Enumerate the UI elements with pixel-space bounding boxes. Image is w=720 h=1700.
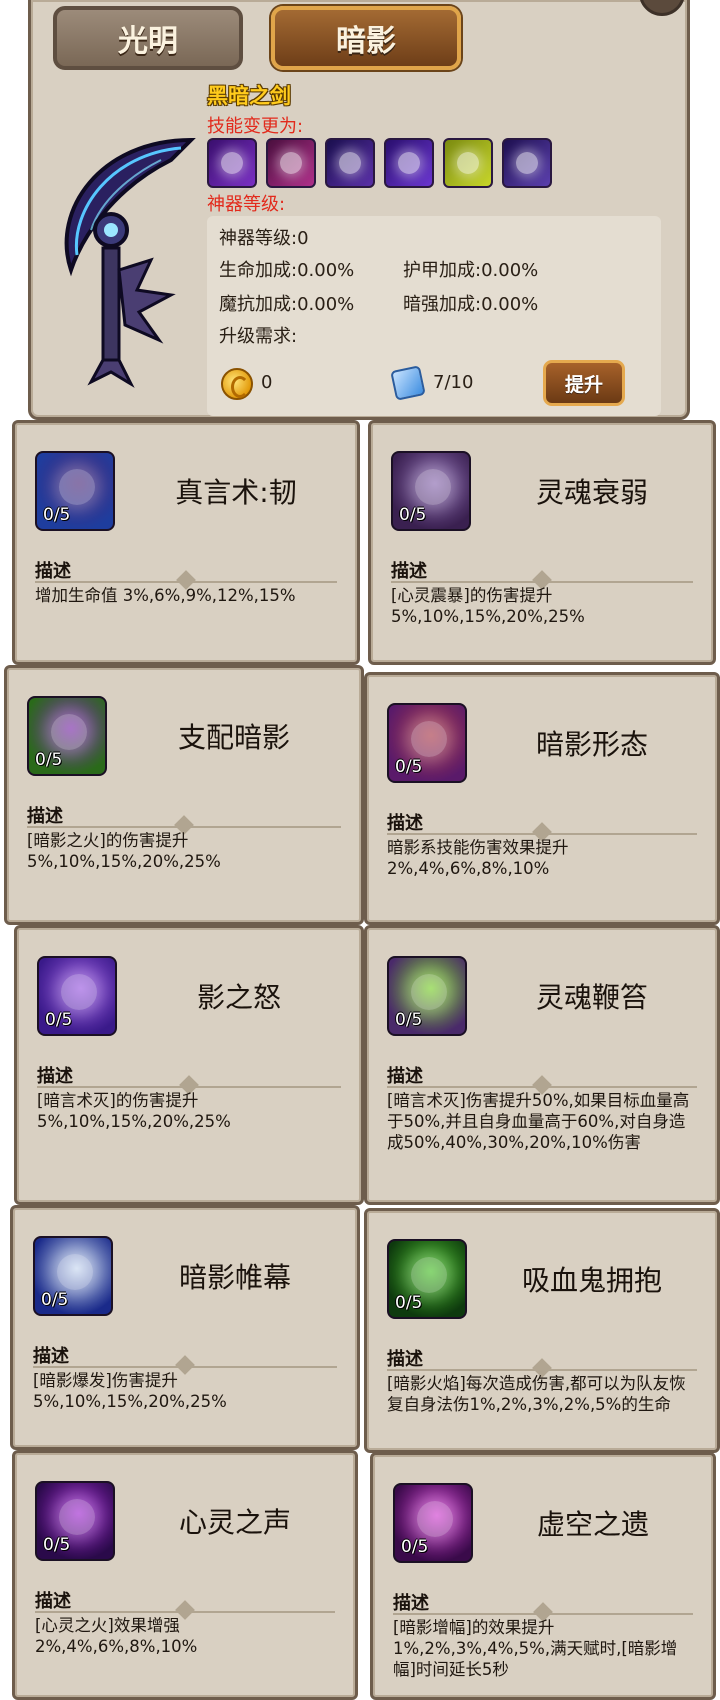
skill-card[interactable]: 0/5 心灵之声 描述 [心灵之火]效果增强2%,4%,6%,8%,10% bbox=[12, 1450, 358, 1700]
crystal-icon bbox=[390, 365, 426, 401]
skill-icon[interactable]: 0/5 bbox=[387, 703, 467, 783]
skill-name: 影之怒 bbox=[196, 981, 281, 1014]
skill-description: 暗影系技能伤害效果提升 2%,4%,6%,8%,10% bbox=[387, 838, 569, 878]
skill-level: 0/5 bbox=[395, 1293, 423, 1313]
skill-icon-glow bbox=[59, 1499, 95, 1535]
skill-level: 0/5 bbox=[395, 1010, 423, 1030]
artifact-stats-box: 神器等级:0 生命加成:0.00% 护甲加成:0.00% 魔抗加成:0.00% … bbox=[207, 216, 661, 416]
skill-card[interactable]: 0/5 灵魂衰弱 描述 [心灵震暴]的伤害提升5%,10%,15%,20%,25… bbox=[368, 420, 716, 665]
skill-name: 吸血鬼拥抱 bbox=[521, 1264, 662, 1297]
tab-light[interactable]: 光明 bbox=[53, 6, 243, 70]
skill-name: 暗影形态 bbox=[535, 728, 648, 761]
description-label: 描述 bbox=[33, 1346, 69, 1367]
upgrade-button[interactable]: 提升 bbox=[543, 360, 625, 406]
skill-icon[interactable]: 0/5 bbox=[37, 956, 117, 1036]
skill-icon[interactable]: 0/5 bbox=[35, 1481, 115, 1561]
skill-icon-glow bbox=[51, 714, 87, 750]
skill-card[interactable]: 0/5 影之怒 描述 [暗言术灭]的伤害提升5%,10%,15%,20%,25% bbox=[14, 925, 364, 1205]
armor-bonus: 护甲加成:0.00% bbox=[403, 260, 539, 281]
skill-card[interactable]: 0/5 吸血鬼拥抱 描述 [暗影火焰]每次造成伤害,都可以为队友恢复自身法伤1%… bbox=[364, 1208, 720, 1453]
description-label: 描述 bbox=[393, 1593, 429, 1614]
changed-skill-icon[interactable] bbox=[266, 138, 316, 188]
skill-name: 虚空之遗 bbox=[536, 1508, 649, 1541]
skill-description: [暗影之火]的伤害提升5%,10%,15%,20%,25% bbox=[27, 831, 221, 871]
skill-card[interactable]: 0/5 灵魂鞭笞 描述 [暗言术灭]伤害提升50%,如果目标血量高于50%,并且… bbox=[364, 925, 720, 1205]
artifact-panel: 光明 暗影 黑暗之剑 技能变更为: 神器等级: 神器等级:0 生命加成:0.00… bbox=[28, 0, 690, 420]
close-icon[interactable] bbox=[639, 0, 685, 16]
artifact-level-value: 神器等级:0 bbox=[219, 228, 309, 249]
skill-icon-glow bbox=[417, 1501, 453, 1537]
skill-description: [暗影增幅]的效果提升1%,2%,3%,4%,5%,满天赋时,[暗影增幅]时间延… bbox=[393, 1618, 678, 1679]
skill-level: 0/5 bbox=[43, 1535, 71, 1555]
magic-res-bonus: 魔抗加成:0.00% bbox=[219, 294, 355, 315]
dark-power-bonus: 暗强加成:0.00% bbox=[403, 294, 539, 315]
changed-skill-icon[interactable] bbox=[443, 138, 493, 188]
description-label: 描述 bbox=[387, 1066, 423, 1087]
skill-level: 0/5 bbox=[395, 757, 423, 777]
skill-level: 0/5 bbox=[41, 1290, 69, 1310]
skill-icon-glow bbox=[59, 469, 95, 505]
dark-sword-icon bbox=[64, 137, 196, 388]
skill-card[interactable]: 0/5 支配暗影 描述 [暗影之火]的伤害提升5%,10%,15%,20%,25… bbox=[4, 665, 364, 925]
skills-change-label: 技能变更为: bbox=[207, 116, 304, 137]
skill-card[interactable]: 0/5 真言术:韧 描述 增加生命值 3%,6%,9%,12%,15% bbox=[12, 420, 360, 665]
skill-description: [暗影火焰]每次造成伤害,都可以为队友恢复自身法伤1%,2%,3%,2%,5%的… bbox=[387, 1374, 686, 1414]
artifact-level-label: 神器等级: bbox=[207, 194, 286, 215]
skill-description: [心灵震暴]的伤害提升5%,10%,15%,20%,25% bbox=[391, 586, 585, 626]
skill-name: 心灵之声 bbox=[178, 1506, 291, 1539]
changed-skill-icon[interactable] bbox=[384, 138, 434, 188]
skill-icon[interactable]: 0/5 bbox=[387, 956, 467, 1036]
upgrade-requirement-label: 升级需求: bbox=[219, 326, 298, 347]
skill-level: 0/5 bbox=[45, 1010, 73, 1030]
description-label: 描述 bbox=[387, 813, 423, 834]
skill-icon-glow bbox=[411, 721, 447, 757]
skill-level: 0/5 bbox=[399, 505, 427, 525]
skill-icon[interactable]: 0/5 bbox=[35, 451, 115, 531]
hp-bonus: 生命加成:0.00% bbox=[219, 260, 355, 281]
skill-name: 支配暗影 bbox=[177, 721, 290, 754]
skill-card[interactable]: 0/5 虚空之遗 描述 [暗影增幅]的效果提升1%,2%,3%,4%,5%,满天… bbox=[370, 1452, 716, 1700]
changed-skill-icon[interactable] bbox=[502, 138, 552, 188]
skill-icon-glow bbox=[415, 469, 451, 505]
skill-level: 0/5 bbox=[43, 505, 71, 525]
skill-icon[interactable]: 0/5 bbox=[387, 1239, 467, 1319]
artifact-name: 黑暗之剑 bbox=[207, 84, 291, 108]
tab-shadow[interactable]: 暗影 bbox=[271, 6, 461, 70]
skill-name: 真言术:韧 bbox=[175, 476, 297, 509]
description-label: 描述 bbox=[35, 561, 71, 582]
skill-icon[interactable]: 0/5 bbox=[393, 1483, 473, 1563]
skill-card[interactable]: 0/5 暗影形态 描述 暗影系技能伤害效果提升 2%,4%,6%,8%,10% bbox=[364, 672, 720, 925]
skill-description: 增加生命值 3%,6%,9%,12%,15% bbox=[35, 586, 296, 605]
changed-skills-row bbox=[207, 138, 552, 188]
description-label: 描述 bbox=[391, 561, 427, 582]
skill-description: [心灵之火]效果增强2%,4%,6%,8%,10% bbox=[35, 1616, 198, 1656]
skill-description: [暗影爆发]伤害提升5%,10%,15%,20%,25% bbox=[33, 1371, 227, 1411]
skill-name: 暗影帷幕 bbox=[178, 1261, 291, 1294]
changed-skill-icon[interactable] bbox=[207, 138, 257, 188]
skill-icon-glow bbox=[61, 974, 97, 1010]
skill-card[interactable]: 0/5 暗影帷幕 描述 [暗影爆发]伤害提升5%,10%,15%,20%,25% bbox=[10, 1205, 360, 1450]
skill-icon[interactable]: 0/5 bbox=[27, 696, 107, 776]
description-label: 描述 bbox=[35, 1591, 71, 1612]
skill-icon-glow bbox=[411, 1257, 447, 1293]
changed-skill-icon[interactable] bbox=[325, 138, 375, 188]
description-label: 描述 bbox=[37, 1066, 73, 1087]
skill-level: 0/5 bbox=[35, 750, 63, 770]
description-label: 描述 bbox=[387, 1349, 423, 1370]
skill-icon[interactable]: 0/5 bbox=[33, 1236, 113, 1316]
skill-description: [暗言术灭]的伤害提升5%,10%,15%,20%,25% bbox=[37, 1091, 231, 1131]
gold-coin-icon bbox=[221, 368, 253, 400]
skill-icon-glow bbox=[411, 974, 447, 1010]
skill-level: 0/5 bbox=[401, 1537, 429, 1557]
description-label: 描述 bbox=[27, 806, 63, 827]
skill-icon-glow bbox=[57, 1254, 93, 1290]
gold-amount: 0 bbox=[261, 372, 273, 393]
skill-icon[interactable]: 0/5 bbox=[391, 451, 471, 531]
skill-description: [暗言术灭]伤害提升50%,如果目标血量高于50%,并且自身血量高于60%,对自… bbox=[387, 1091, 690, 1152]
skill-name: 灵魂鞭笞 bbox=[535, 981, 648, 1014]
crystal-amount: 7/10 bbox=[433, 372, 474, 393]
skill-name: 灵魂衰弱 bbox=[535, 476, 648, 509]
